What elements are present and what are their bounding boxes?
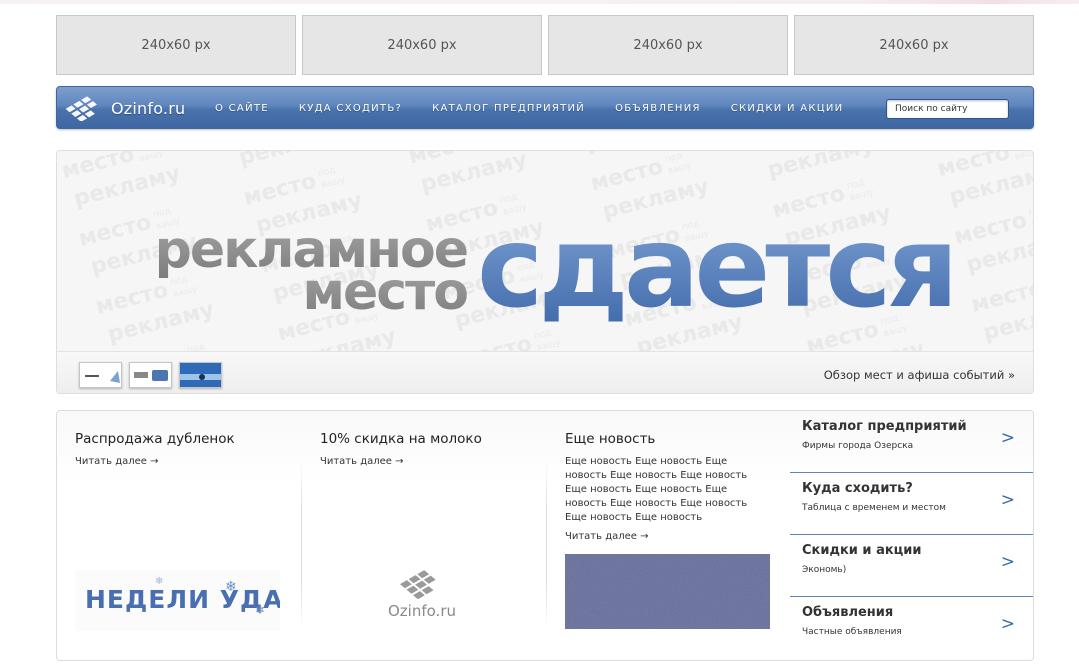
read-more-link[interactable]: Читать далее → bbox=[565, 530, 765, 544]
news-body: Читать далее → bbox=[320, 455, 520, 469]
hero-banner: место под вашу рекламу рекламное место с… bbox=[56, 150, 1034, 394]
nav-link-about[interactable]: О САЙТЕ bbox=[215, 103, 269, 114]
news-image[interactable]: НЕДЕЛИ УДАЧНЫХ ❄ ❄ ❄ bbox=[75, 556, 280, 631]
search-input[interactable] bbox=[886, 99, 1009, 119]
quick-link-title: Скидки и акции bbox=[802, 543, 922, 558]
ad-row: 240x60 px 240x60 px 240x60 px 240x60 px bbox=[56, 15, 1034, 75]
news-title[interactable]: 10% скидка на молоко bbox=[320, 431, 482, 447]
quick-link-subtitle: Экономь) bbox=[802, 565, 847, 575]
banner-thumb-2[interactable] bbox=[129, 362, 172, 388]
nav-link-discounts[interactable]: СКИДКИ И АКЦИИ bbox=[731, 103, 844, 114]
logo-grid-icon bbox=[65, 96, 97, 121]
quick-link-subtitle: Таблица с временем и местом bbox=[802, 503, 946, 513]
banner-artwork[interactable]: место под вашу рекламу рекламное место с… bbox=[57, 151, 1034, 351]
chevron-right-icon: > bbox=[1000, 614, 1015, 634]
chevron-right-icon: > bbox=[1000, 552, 1015, 572]
ad-slot-2[interactable]: 240x60 px bbox=[302, 15, 542, 75]
chevron-right-icon: > bbox=[1000, 490, 1015, 510]
news-image-caption: НЕДЕЛИ УДАЧНЫХ bbox=[85, 585, 280, 614]
banner-headline-big: сдается bbox=[477, 203, 954, 333]
banner-overview-link[interactable]: Обзор мест и афиша событий » bbox=[824, 368, 1015, 382]
ad-slot-4[interactable]: 240x60 px bbox=[794, 15, 1034, 75]
banner-thumbnail-bar: Обзор мест и афиша событий » bbox=[57, 351, 1033, 393]
main-navbar: Ozinfo.ru О САЙТЕ КУДА СХОДИТЬ? КАТАЛОГ … bbox=[56, 86, 1034, 129]
nav-link-ads[interactable]: ОБЪЯВЛЕНИЯ bbox=[615, 103, 701, 114]
news-item-1: Распродажа дубленок Читать далее → НЕДЕЛ… bbox=[57, 411, 301, 660]
news-body: Еще новость Еще новость Еще новость Еще … bbox=[565, 455, 765, 544]
news-title[interactable]: Еще новость bbox=[565, 431, 655, 447]
news-image[interactable] bbox=[565, 554, 770, 629]
quick-links-sidebar: Каталог предприятий Фирмы города Озерска… bbox=[790, 411, 1033, 660]
nav-link-catalog[interactable]: КАТАЛОГ ПРЕДПРИЯТИЙ bbox=[432, 103, 585, 114]
news-image-caption: Ozinfo.ru bbox=[388, 602, 456, 620]
news-title[interactable]: Распродажа дубленок bbox=[75, 431, 235, 447]
quick-link-title: Каталог предприятий bbox=[802, 419, 967, 434]
logo-text: Ozinfo.ru bbox=[111, 98, 186, 118]
news-body-text: Еще новость Еще новость Еще новость Еще … bbox=[565, 456, 748, 523]
top-strip bbox=[0, 0, 1079, 4]
news-item-3: Еще новость Еще новость Еще новость Еще … bbox=[547, 411, 790, 660]
banner-headline-line2: место bbox=[303, 262, 468, 322]
quick-link-title: Объявления bbox=[802, 605, 894, 620]
nav-link-where-to-go[interactable]: КУДА СХОДИТЬ? bbox=[299, 103, 402, 114]
quick-link-subtitle: Частные объявления bbox=[802, 627, 902, 637]
svg-text:❄: ❄ bbox=[255, 603, 265, 617]
site-logo[interactable]: Ozinfo.ru bbox=[65, 94, 185, 122]
svg-text:❄: ❄ bbox=[155, 576, 163, 587]
svg-text:❄: ❄ bbox=[225, 579, 237, 595]
nav-links: О САЙТЕ КУДА СХОДИТЬ? КАТАЛОГ ПРЕДПРИЯТИ… bbox=[215, 87, 873, 130]
ad-slot-1[interactable]: 240x60 px bbox=[56, 15, 296, 75]
quick-link-ads[interactable]: Объявления Частные объявления > bbox=[790, 597, 1033, 659]
chevron-right-icon: > bbox=[1000, 428, 1015, 448]
banner-thumb-1[interactable] bbox=[79, 362, 122, 388]
read-more-link[interactable]: Читать далее → bbox=[75, 456, 159, 467]
news-item-2: 10% скидка на молоко Читать далее → Ozin… bbox=[302, 411, 546, 660]
quick-link-catalog[interactable]: Каталог предприятий Фирмы города Озерска… bbox=[790, 411, 1033, 473]
ad-slot-3[interactable]: 240x60 px bbox=[548, 15, 788, 75]
news-body: Читать далее → bbox=[75, 455, 275, 469]
quick-link-subtitle: Фирмы города Озерска bbox=[802, 441, 914, 451]
read-more-link[interactable]: Читать далее → bbox=[320, 456, 404, 467]
news-image[interactable]: Ozinfo.ru bbox=[320, 556, 525, 631]
quick-link-title: Куда сходить? bbox=[802, 481, 913, 496]
banner-thumb-3[interactable] bbox=[179, 362, 222, 388]
news-panel: Распродажа дубленок Читать далее → НЕДЕЛ… bbox=[56, 410, 1034, 661]
quick-link-discounts[interactable]: Скидки и акции Экономь) > bbox=[790, 535, 1033, 597]
quick-link-where-to-go[interactable]: Куда сходить? Таблица с временем и место… bbox=[790, 473, 1033, 535]
